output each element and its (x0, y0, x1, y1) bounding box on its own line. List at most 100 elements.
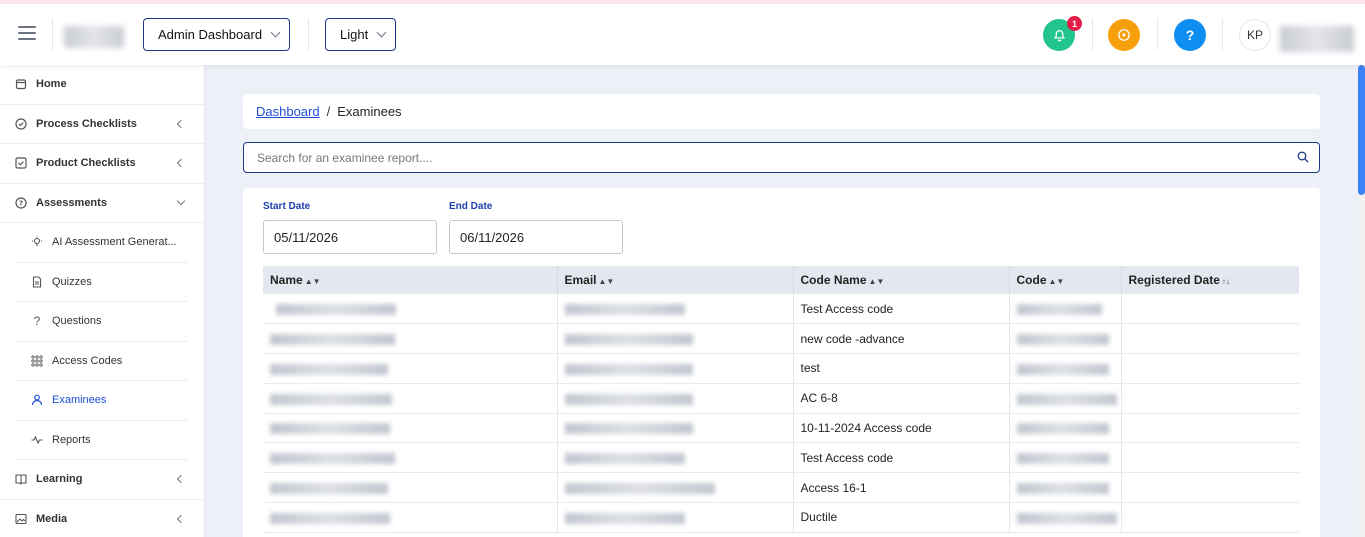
column-header-registered-date[interactable]: Registered Date ↑↓ (1121, 266, 1299, 294)
svg-text:?: ? (19, 199, 23, 207)
name-cell[interactable] (263, 442, 558, 474)
chevron-down-icon (376, 27, 387, 38)
code-cell (1009, 294, 1122, 325)
sidebar: Home Process Checklists Product Checklis… (0, 65, 205, 537)
sidebar-item-quizzes[interactable]: Quizzes (14, 263, 188, 302)
redacted-text (1016, 363, 1109, 375)
avatar[interactable]: KP (1239, 19, 1271, 51)
sidebar-item-ai-assessment-generator[interactable]: AI Assessment Generat... (14, 223, 188, 263)
name-cell[interactable] (263, 383, 558, 414)
column-header-code-name[interactable]: Code Name ▲▼ (793, 266, 1010, 294)
column-header-email[interactable]: Email ▲▼ (557, 266, 794, 294)
sidebar-item-product-checklists[interactable]: Product Checklists (0, 144, 204, 184)
name-cell[interactable] (263, 353, 558, 384)
chevron-left-icon (176, 474, 186, 484)
redacted-text (564, 423, 693, 435)
sidebar-item-label: Product Checklists (36, 157, 136, 170)
name-cell[interactable] (263, 502, 558, 533)
code-name-cell: Ductile (793, 502, 1010, 533)
table-row[interactable]: new code -advance (263, 323, 1299, 355)
search-icon[interactable] (1297, 151, 1309, 163)
notification-button[interactable]: 1 (1043, 16, 1082, 51)
redacted-text (564, 393, 693, 405)
email-cell (557, 413, 794, 444)
examinees-table: Name ▲▼ Email ▲▼ Code Name ▲▼ Code ▲▼ Regist… (263, 266, 1299, 533)
column-header-label: Code (1016, 273, 1047, 287)
table-row[interactable]: test (263, 353, 1299, 384)
column-header-code[interactable]: Code ▲▼ (1009, 266, 1122, 294)
check-square-icon (14, 156, 28, 170)
email-cell (557, 502, 794, 533)
document-icon (30, 275, 44, 289)
redacted-text (1016, 512, 1117, 524)
sort-icon: ▲▼ (868, 277, 885, 286)
code-name-cell: AC 6-8 (793, 383, 1010, 414)
play-button[interactable] (1108, 19, 1140, 51)
sidebar-item-reports[interactable]: Reports (14, 421, 188, 460)
code-name-cell: Access 16-1 (793, 472, 1010, 504)
table-header-row: Name ▲▼ Email ▲▼ Code Name ▲▼ Code ▲▼ Regist… (263, 266, 1299, 294)
code-cell (1009, 323, 1122, 355)
breadcrumb-link-dashboard[interactable]: Dashboard (256, 104, 320, 119)
name-cell[interactable] (263, 294, 558, 325)
email-cell (557, 323, 794, 355)
sidebar-item-label: Assessments (36, 196, 107, 209)
email-cell (557, 353, 794, 384)
search-box (243, 142, 1320, 173)
column-header-label: Name (270, 273, 303, 287)
table-row[interactable]: Test Access code (263, 294, 1299, 325)
dashboard-select[interactable]: Admin Dashboard (143, 18, 291, 51)
code-cell (1009, 353, 1122, 384)
table-row[interactable]: 10-11-2024 Access code (263, 413, 1299, 444)
table-row[interactable]: Test Access code (263, 442, 1299, 474)
sidebar-item-process-checklists[interactable]: Process Checklists (0, 105, 204, 144)
table-row[interactable]: AC 6-8 (263, 383, 1299, 414)
search-input[interactable] (244, 143, 1264, 172)
sidebar-item-questions[interactable]: ? Questions (14, 302, 188, 342)
divider (1092, 18, 1093, 50)
table-row[interactable]: Access 16-1 (263, 472, 1299, 504)
scrollbar-thumb[interactable] (1358, 65, 1365, 195)
sidebar-item-learning[interactable]: Learning (0, 460, 204, 500)
theme-select[interactable]: Light (325, 18, 397, 51)
sidebar-item-label: Home (36, 78, 67, 91)
code-cell (1009, 383, 1122, 414)
breadcrumb-separator: / (326, 104, 331, 119)
start-date-input[interactable] (263, 220, 437, 254)
name-cell[interactable] (263, 323, 558, 355)
divider (52, 18, 53, 50)
sort-icon: ▲▼ (1048, 277, 1065, 286)
sidebar-item-access-codes[interactable]: Access Codes (14, 342, 188, 381)
redacted-text (564, 303, 685, 315)
sidebar-item-assessments[interactable]: ? Assessments (0, 184, 204, 223)
end-date-input[interactable] (449, 220, 623, 254)
page-scrollbar[interactable] (1358, 65, 1365, 537)
sidebar-item-home[interactable]: Home (0, 65, 204, 105)
registered-date-cell (1121, 353, 1299, 384)
sidebar-item-label: AI Assessment Generat... (52, 236, 177, 249)
registered-date-cell (1121, 442, 1299, 474)
sidebar-item-label: Access Codes (52, 354, 123, 367)
help-button[interactable]: ? (1174, 19, 1206, 51)
name-cell[interactable] (263, 472, 558, 504)
avatar-initials: KP (1246, 28, 1263, 42)
home-icon (14, 77, 28, 91)
redacted-text (1016, 393, 1117, 405)
menu-icon[interactable] (18, 26, 36, 40)
activity-icon (30, 433, 44, 447)
play-circle-icon (1118, 29, 1130, 41)
code-name-cell: Test Access code (793, 442, 1010, 474)
registered-date-cell (1121, 472, 1299, 504)
sidebar-item-examinees[interactable]: Examinees (14, 381, 188, 421)
email-cell (557, 383, 794, 414)
sidebar-item-label: Learning (36, 473, 83, 486)
table-row[interactable]: Ductile (263, 502, 1299, 533)
name-cell[interactable] (263, 413, 558, 444)
sidebar-item-media[interactable]: Media (0, 500, 204, 537)
sort-icon: ▲▼ (304, 277, 321, 286)
registered-date-cell (1121, 294, 1299, 325)
registered-date-cell (1121, 413, 1299, 444)
redacted-text (1016, 303, 1102, 315)
column-header-name[interactable]: Name ▲▼ (263, 266, 558, 294)
divider (1157, 18, 1158, 50)
